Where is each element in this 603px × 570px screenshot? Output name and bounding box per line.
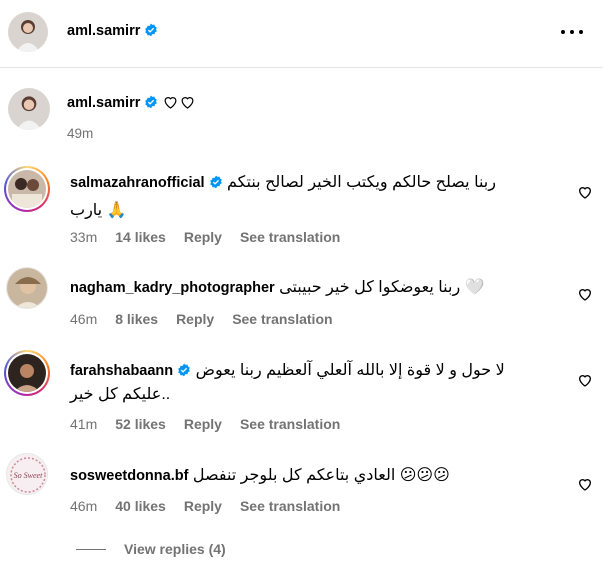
comment-text-line2: يارب 🙏: [70, 202, 127, 219]
verified-badge-icon: [145, 95, 158, 109]
like-comment-heart-icon[interactable]: [577, 372, 593, 388]
see-translation-link[interactable]: See translation: [240, 416, 340, 432]
comment-username[interactable]: farahshabaann: [70, 363, 173, 379]
story-ring[interactable]: [4, 166, 50, 212]
reply-button[interactable]: Reply: [184, 229, 222, 245]
reply-button[interactable]: Reply: [184, 498, 222, 514]
comment-text: العادي بتاعكم كل بلوجر تنفصل 😕😕😕: [192, 467, 450, 484]
reply-button[interactable]: Reply: [184, 416, 222, 432]
heart-outline-icon: [164, 97, 177, 109]
comment-username[interactable]: salmazahranofficial: [70, 175, 205, 191]
story-ring[interactable]: [4, 350, 50, 396]
avatar-logo-text: So Sweet: [14, 471, 43, 480]
commenter-avatar: [8, 170, 46, 208]
comment-username[interactable]: sosweetdonna.bf: [70, 468, 188, 484]
see-translation-link[interactable]: See translation: [240, 498, 340, 514]
caption-line: aml.samirr: [67, 94, 196, 111]
comment-text: ربنا يعوضكوا كل خير حبيبتى 🤍: [279, 279, 485, 296]
likes-count[interactable]: 52 likes: [115, 416, 166, 432]
commenter-avatar: [8, 354, 46, 392]
comment-line: salmazahranofficial ربنا يصلح حالكم ويكت…: [70, 172, 550, 194]
like-comment-heart-icon[interactable]: [577, 476, 593, 492]
author-avatar[interactable]: [8, 88, 50, 130]
comment-time: 33m: [70, 229, 98, 245]
heart-outline-icon: [181, 97, 194, 109]
comment-line: sosweetdonna.bf العادي بتاعكم كل بلوجر ت…: [70, 465, 550, 487]
like-comment-heart-icon[interactable]: [577, 184, 593, 200]
comment-meta: 33m 14 likes Reply See translation: [70, 229, 340, 245]
comment-meta: 41m 52 likes Reply See translation: [70, 416, 340, 432]
comment-text-line2: عليكم كل خير..: [70, 386, 171, 403]
view-replies-button[interactable]: View replies (4): [76, 541, 226, 557]
commenter-avatar[interactable]: So Sweet: [6, 453, 48, 495]
caption-username[interactable]: aml.samirr: [67, 95, 140, 111]
see-translation-link[interactable]: See translation: [232, 311, 332, 327]
comment-time: 41m: [70, 416, 98, 432]
like-comment-heart-icon[interactable]: [577, 286, 593, 302]
comment-time: 46m: [70, 311, 98, 327]
likes-count[interactable]: 40 likes: [115, 498, 166, 514]
comment-text: لا حول و لا قوة إلا بالله آلعلي آلعظيم ر…: [195, 362, 505, 379]
author-avatar[interactable]: [8, 12, 48, 52]
verified-badge-icon: [209, 175, 222, 189]
comment-meta: 46m 40 likes Reply See translation: [70, 498, 340, 514]
likes-count[interactable]: 14 likes: [115, 229, 166, 245]
likes-count[interactable]: 8 likes: [115, 311, 158, 327]
post-caption: aml.samirr 49m: [0, 84, 603, 144]
verified-badge-icon: [145, 23, 158, 37]
replies-divider: [76, 548, 106, 550]
comment-username[interactable]: nagham_kadry_photographer: [70, 280, 275, 296]
comment-line: nagham_kadry_photographer ربنا يعوضكوا ك…: [70, 277, 550, 299]
comment-text: ربنا يصلح حالكم ويكتب الخير لصالح بنتكم: [227, 174, 496, 191]
comment-line: farahshabaann لا حول و لا قوة إلا بالله …: [70, 360, 550, 382]
commenter-avatar[interactable]: [6, 267, 48, 309]
caption-time: 49m: [67, 126, 94, 141]
more-options-button[interactable]: [561, 22, 585, 42]
post-header: aml.samirr: [0, 0, 603, 68]
view-replies-label: View replies (4): [124, 541, 226, 557]
verified-badge-icon: [178, 363, 190, 377]
see-translation-link[interactable]: See translation: [240, 229, 340, 245]
more-horizontal-icon: [561, 30, 565, 34]
author-username[interactable]: aml.samirr: [67, 23, 158, 39]
comment-meta: 46m 8 likes Reply See translation: [70, 311, 333, 327]
comment-time: 46m: [70, 498, 98, 514]
reply-button[interactable]: Reply: [176, 311, 214, 327]
